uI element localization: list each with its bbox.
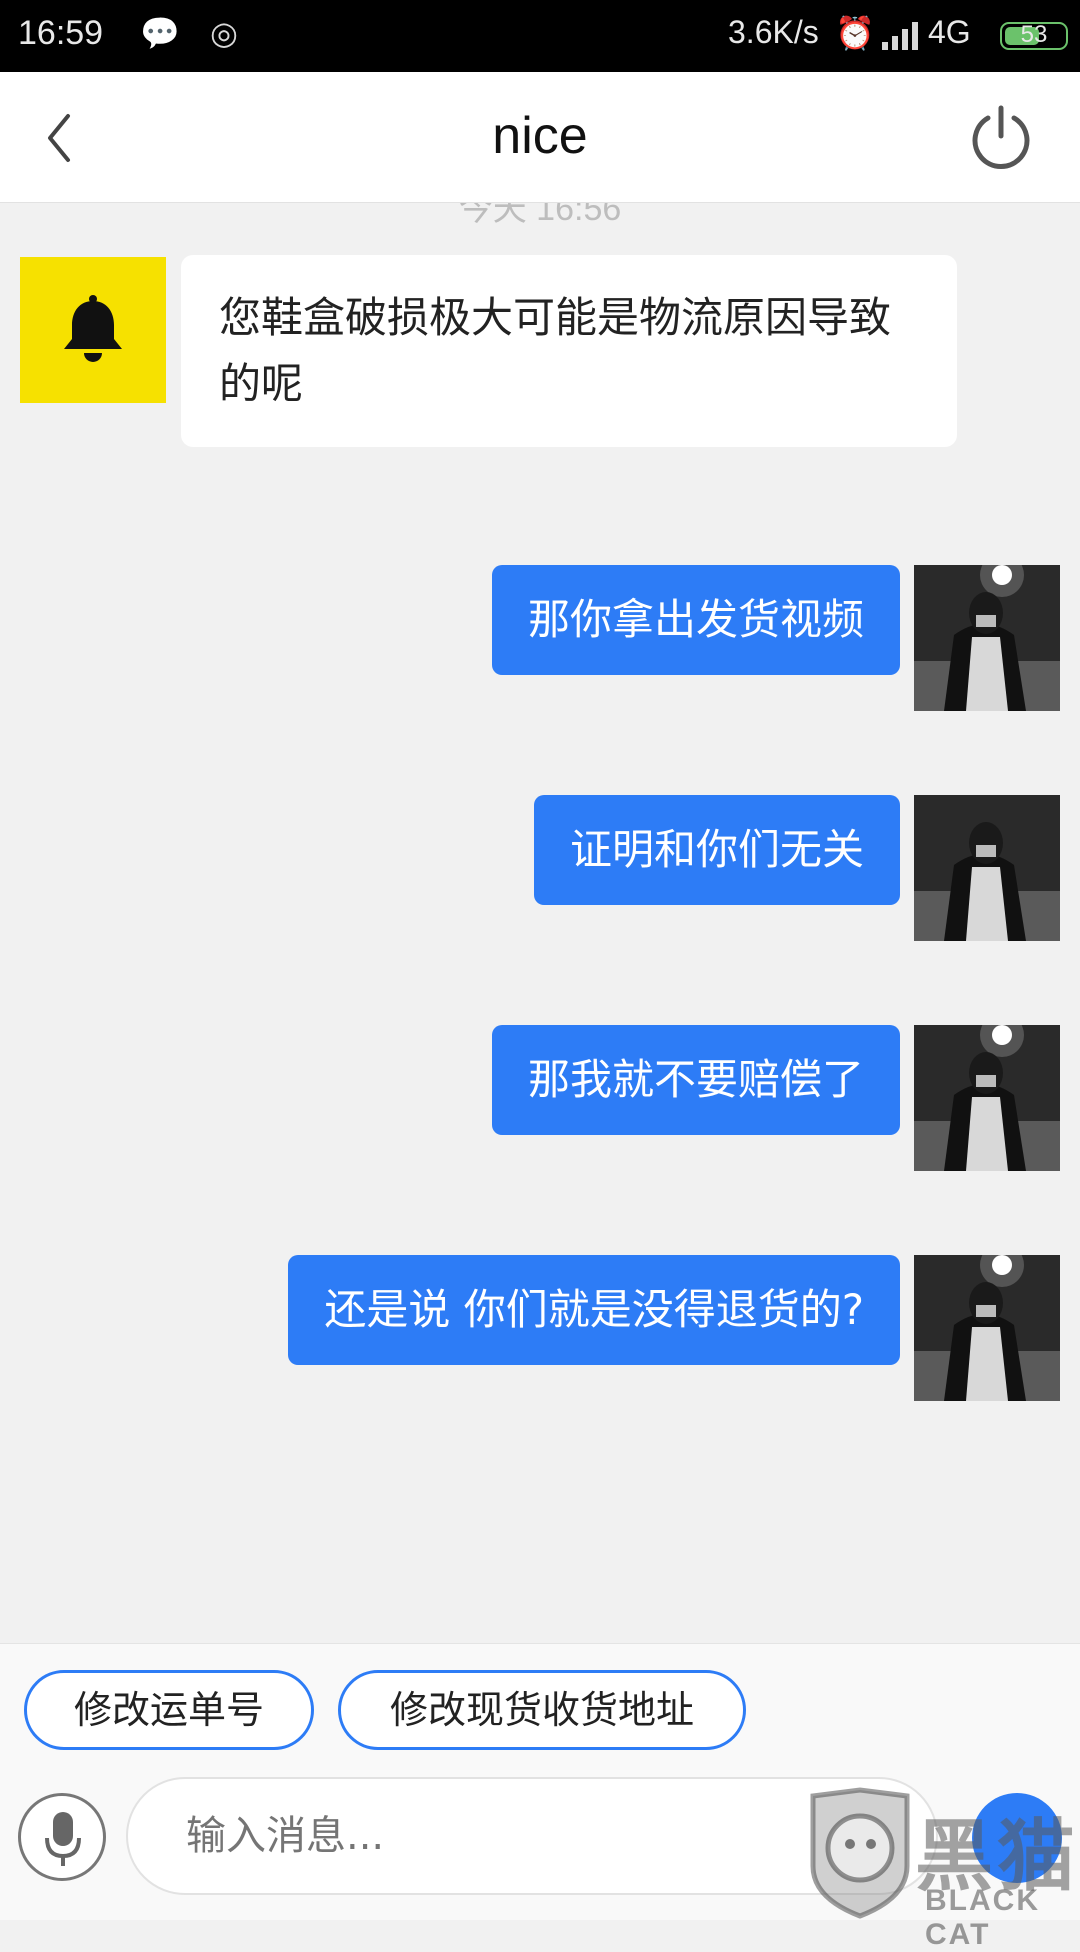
status-time: 16:59 [18,14,104,52]
notification-icons: 💬 ◎ [140,14,248,52]
user-message-bubble: 证明和你们无关 [533,795,900,905]
message-timestamp: 今天 16:56 [458,203,622,228]
chat-header: nice [0,72,1080,203]
quick-actions-bar: 修改运单号 修改现货收货地址 [0,1643,1080,1774]
user-message-bubble: 那你拿出发货视频 [491,565,900,675]
network-type: 4G [928,14,971,50]
status-bar: 16:59 💬 ◎ 3.6K/s ⏰ 4G 53 [0,0,1080,72]
watermark-logo: 黑猫 BLACK CAT [805,1786,1080,1951]
cat-logo-icon [810,1787,910,1919]
user-photo [914,565,1060,711]
user-photo [914,1255,1060,1401]
user-avatar[interactable] [914,565,1060,711]
battery-level: 53 [1020,21,1048,48]
user-avatar[interactable] [914,1255,1060,1401]
watermark-brand-en: BLACK CAT [925,1884,1040,1951]
user-photo [914,1025,1060,1171]
user-photo [914,795,1060,941]
page-title: nice [492,107,588,165]
user-avatar[interactable] [914,1025,1060,1171]
user-message-row: 还是说 你们就是没得退货的? [200,1255,1060,1401]
bell-icon [64,295,122,362]
voice-button[interactable] [18,1793,106,1881]
signal-icon [882,22,918,50]
power-icon[interactable] [968,104,1034,170]
alarm-icon: ⏰ [835,14,875,52]
battery-icon: 53 [1000,21,1068,50]
network-speed: 3.6K/s [728,14,819,50]
user-message-row: 证明和你们无关 [440,795,1060,941]
user-message-row: 那我就不要赔偿了 [440,1025,1060,1171]
bot-avatar[interactable] [20,257,166,403]
modify-shipping-address-button[interactable]: 修改现货收货地址 [338,1670,746,1750]
bot-message-bubble: 您鞋盒破损极大可能是物流原因导致的呢 [181,255,957,447]
user-message-row: 那你拿出发货视频 [440,565,1060,711]
microphone-icon [45,1812,81,1866]
user-avatar[interactable] [914,795,1060,941]
modify-tracking-number-button[interactable]: 修改运单号 [24,1670,314,1750]
chat-area[interactable]: 今天 16:56 您鞋盒破损极大可能是物流原因导致的呢 那你拿出发货视频 证明和… [0,203,1080,1643]
user-message-bubble: 那我就不要赔偿了 [491,1025,900,1135]
user-message-bubble: 还是说 你们就是没得退货的? [288,1255,900,1365]
